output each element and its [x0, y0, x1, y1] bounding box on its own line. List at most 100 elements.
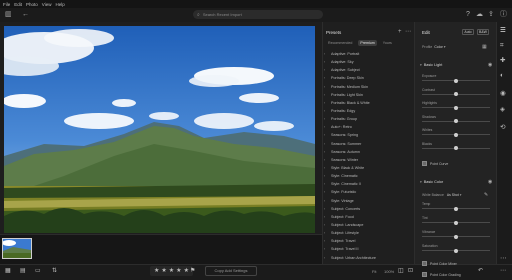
star-icon[interactable]: ★: [169, 268, 174, 274]
presets-icon[interactable]: ◈: [500, 106, 505, 113]
masking-icon[interactable]: ◐: [500, 72, 504, 79]
tab-yours[interactable]: Yours: [381, 40, 394, 46]
point-curve-row[interactable]: Point Curve: [422, 161, 448, 166]
preset-item[interactable]: › Subject: Concerts: [324, 205, 410, 213]
basic-color-section[interactable]: ▾ Basic Color: [420, 180, 443, 184]
preset-item[interactable]: › Subject: Urban Architecture: [324, 254, 410, 262]
cloud-icon[interactable]: ☁: [476, 11, 483, 18]
menu-file[interactable]: File: [3, 2, 10, 7]
profile-browser-icon[interactable]: ▦: [482, 44, 487, 51]
color-grading-row[interactable]: Point Color Grading: [422, 272, 461, 277]
preset-item[interactable]: › Auto+: Retro: [324, 123, 410, 131]
profile-value[interactable]: Color: [434, 45, 443, 49]
grid-view-icon[interactable]: ▦: [5, 268, 11, 274]
landscape-photo[interactable]: [4, 26, 315, 233]
zoom-percent[interactable]: 100%: [384, 269, 394, 274]
slider-knob[interactable]: [454, 206, 458, 211]
preset-item[interactable]: › Portraits: Group: [324, 115, 410, 123]
square-grid-icon[interactable]: ▤: [20, 268, 26, 274]
slider-knob[interactable]: [454, 78, 458, 83]
star-icon[interactable]: ★: [184, 268, 189, 274]
preset-item[interactable]: › Style: Cinematic II: [324, 180, 410, 188]
preset-item[interactable]: › Portraits: Deep Skin: [324, 74, 410, 82]
preset-item[interactable]: › Subject: Travel: [324, 237, 410, 245]
slider-tint[interactable]: Tint: [422, 216, 490, 225]
slider-knob[interactable]: [454, 105, 458, 110]
before-after-icon[interactable]: ⊡: [408, 268, 413, 274]
red-eye-icon[interactable]: ◉: [500, 90, 506, 97]
undo-icon[interactable]: ↶: [478, 268, 483, 274]
menu-view[interactable]: View: [42, 2, 52, 7]
preset-item[interactable]: › Style: Black & White: [324, 164, 410, 172]
slider-highlights[interactable]: Highlights: [422, 101, 490, 110]
preset-item[interactable]: › Subject: Food: [324, 213, 410, 221]
slider-knob[interactable]: [454, 234, 458, 239]
preset-item[interactable]: › Seasons: Spring: [324, 131, 410, 139]
preset-item[interactable]: › Style: Futuristic: [324, 188, 410, 196]
preset-item[interactable]: › Portraits: Edgy: [324, 107, 410, 115]
more-icon[interactable]: ⋯: [500, 268, 506, 274]
slider-saturation[interactable]: Saturation: [422, 244, 490, 253]
slider-exposure[interactable]: Exposure: [422, 74, 490, 83]
slider-knob[interactable]: [454, 92, 458, 96]
slider-knob[interactable]: [454, 220, 458, 225]
tab-premium[interactable]: Premium: [358, 40, 377, 46]
share-icon[interactable]: ⇪: [488, 11, 494, 18]
star-icon[interactable]: ★: [154, 268, 159, 274]
rating-stars[interactable]: ★ ★ ★ ★ ★: [150, 266, 193, 276]
copy-settings-button[interactable]: Copy Add Settings: [205, 266, 257, 276]
slider-knob[interactable]: [454, 248, 458, 253]
white-balance-select[interactable]: White Balance As Shot ▾: [422, 193, 461, 197]
flag-icon[interactable]: ⚑: [190, 268, 195, 274]
auto-button[interactable]: Auto: [462, 29, 474, 35]
filmstrip-thumbnail[interactable]: [2, 238, 32, 259]
slider-knob[interactable]: [454, 119, 458, 123]
preset-item[interactable]: › Seasons: Autumn: [324, 148, 410, 156]
preset-item[interactable]: › Subject: Travel II: [324, 245, 410, 253]
preset-item[interactable]: › Style: Vintage: [324, 197, 410, 205]
white-balance-value[interactable]: As Shot: [447, 193, 459, 197]
zoom-fit[interactable]: Fit: [372, 269, 376, 274]
slider-vibrance[interactable]: Vibrance: [422, 230, 490, 239]
search-input[interactable]: ⌕ Search Recent Import: [193, 10, 323, 19]
preset-item[interactable]: › Subject: Landscape: [324, 221, 410, 229]
slider-shadows[interactable]: Shadows: [422, 115, 490, 123]
star-icon[interactable]: ★: [176, 268, 181, 274]
add-preset-icon[interactable]: +: [398, 29, 402, 36]
preset-item[interactable]: › Adaptive: Sky: [324, 58, 410, 66]
preset-item[interactable]: › Seasons: Summer: [324, 140, 410, 148]
sort-icon[interactable]: ⇅: [52, 268, 57, 274]
basic-light-section[interactable]: ▾ Basic Light: [420, 63, 442, 67]
preset-item[interactable]: › Portraits: Black & White: [324, 99, 410, 107]
slider-knob[interactable]: [454, 146, 458, 150]
slider-temp[interactable]: Temp: [422, 202, 490, 211]
sidebar-toggle-icon[interactable]: ▥: [5, 11, 12, 18]
single-view-icon[interactable]: ▭: [35, 268, 41, 274]
versions-icon[interactable]: ⟲: [500, 124, 505, 131]
tab-recommended[interactable]: Recommended: [326, 40, 354, 46]
menu-help[interactable]: Help: [55, 2, 64, 7]
preset-item[interactable]: › Seasons: Winter: [324, 156, 410, 164]
help-icon[interactable]: ?: [466, 11, 470, 18]
preset-item[interactable]: › Portraits: Light Skin: [324, 91, 410, 99]
info-icon[interactable]: ⓘ: [500, 11, 507, 18]
menu-edit[interactable]: Edit: [14, 2, 22, 7]
bw-button[interactable]: B&W: [477, 29, 489, 35]
more-options-icon[interactable]: ⋯: [405, 29, 411, 36]
preset-item[interactable]: › Portraits: Medium Skin: [324, 83, 410, 91]
profile-select[interactable]: Profile Color ▾: [422, 45, 446, 49]
preset-item[interactable]: › Adaptive: Subject: [324, 66, 410, 74]
slider-blacks[interactable]: Blacks: [422, 142, 490, 150]
visibility-icon[interactable]: ◉: [488, 179, 492, 186]
compare-icon[interactable]: ◫: [398, 268, 404, 274]
preset-item[interactable]: › Style: Cinematic: [324, 172, 410, 180]
visibility-icon[interactable]: ◉: [488, 62, 492, 69]
preset-item[interactable]: › Subject: Lifestyle: [324, 229, 410, 237]
slider-contrast[interactable]: Contrast: [422, 88, 490, 96]
healing-icon[interactable]: ✚: [500, 57, 505, 64]
menu-photo[interactable]: Photo: [26, 2, 38, 7]
star-icon[interactable]: ★: [161, 268, 166, 274]
eyedropper-icon[interactable]: ✎: [484, 192, 488, 198]
back-arrow-icon[interactable]: ←: [22, 11, 29, 18]
slider-whites[interactable]: Whites: [422, 128, 490, 137]
